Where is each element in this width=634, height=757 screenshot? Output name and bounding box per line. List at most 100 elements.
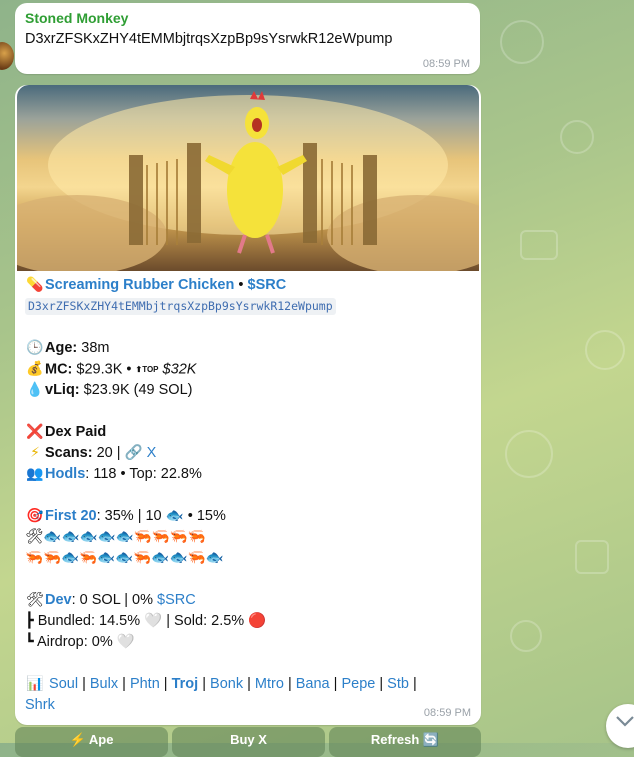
mc-label: MC: [45,361,73,378]
bots-line-2: Shrk [25,695,475,716]
bots-line: 📊 Soul | Bulx | Phtn | Troj | Bonk | Mtr… [25,674,475,695]
age-line: 🕒Age: 38m [25,338,475,359]
title-line: 💊Screaming Rubber Chicken • $SRC [25,275,475,296]
first20-line: 🎯First 20: 35% | 10 🐟 • 15% [25,506,475,527]
people-icon: 👥 [26,466,44,482]
target-icon: 🎯 [26,508,44,524]
white-heart-icon: 🤍 [144,613,163,629]
bot-link-stb[interactable]: Stb [387,676,409,692]
bot-link-bulx[interactable]: Bulx [90,676,118,692]
fish-icon: 🐟🐟 [97,550,134,566]
dex-paid-label: Dex Paid [45,424,107,440]
bot-link-bonk[interactable]: Bonk [210,676,243,692]
vliq-value: $23.9K (49 SOL) [79,382,193,398]
money-bag-icon: 💰 [26,361,44,378]
dev-value: : 0 SOL | 0% [71,592,158,608]
vliq-line: 💧vLiq: $23.9K (49 SOL) [25,380,475,401]
shrimp-icon: 🦐🦐 [25,550,62,566]
dev-ticker-link[interactable]: $SRC [157,592,196,608]
message-time: 08:59 PM [422,58,470,70]
message-bubble[interactable]: Stoned Monkey D3xrZFSKxZHY4tEMMbjtrqsXzp… [15,3,480,74]
red-circle-icon: 🔴 [248,613,267,629]
top-arrow-icon: ⬆TOP [135,365,159,374]
holders-emoji-row-2: 🦐🦐🐟🦐🐟🐟🦐🐟🐟🦐🐟 [25,548,475,569]
mc-top-value: $32K [158,361,197,378]
background-doodle [585,330,625,370]
bot-link-pepe[interactable]: Pepe [341,676,375,692]
bot-link-bana[interactable]: Bana [296,676,330,692]
background-doodle [510,620,542,652]
hodls-value: : 118 • Top: 22.8% [85,466,202,482]
fish-icon: 🐟 [205,550,224,566]
bar-chart-icon: 📊 [26,676,44,692]
ape-button[interactable]: ⚡ Ape [15,727,168,757]
bot-link-soul[interactable]: Soul [49,676,78,692]
hodls-link[interactable]: Hodls [45,466,85,482]
clock-icon: 🕒 [26,340,44,356]
fish-icon: 🐟🐟 [151,550,188,566]
white-heart-icon: 🤍 [116,634,135,650]
mc-line: 💰MC: $29.3K • ⬆TOP $32K [25,359,475,380]
vliq-label: vLiq: [45,382,80,398]
contract-address[interactable]: D3xrZFSKxZHY4tEMMbjtrqsXzpBp9sYsrwkR12eW… [25,298,336,315]
age-label: Age: [45,340,78,356]
cross-mark-icon: ❌ [26,424,44,440]
token-card-message[interactable]: 💊Screaming Rubber Chicken • $SRC D3xrZFS… [15,85,481,725]
bot-link-mtro[interactable]: Mtro [255,676,284,692]
shrimp-icon: 🦐 [79,550,98,566]
tools-icon: 🛠 [25,529,44,545]
message-time: 08:59 PM [423,707,471,719]
heaven-gates-illustration [17,91,479,271]
sold-text: | Sold: 2.5% [162,613,249,629]
refresh-button[interactable]: Refresh 🔄 [329,727,481,757]
background-doodle [520,230,558,260]
title-separator: • [234,277,248,293]
shrimp-icon: 🦐 [187,550,206,566]
x-link[interactable]: X [147,445,157,461]
sender-name[interactable]: Stoned Monkey [25,10,128,26]
token-name-link[interactable]: Screaming Rubber Chicken [45,277,234,293]
bundled-text: ┣ Bundled: 14.5% [25,613,145,629]
airdrop-text: ┗ Airdrop: 0% [25,634,117,650]
background-doodle [500,20,544,64]
bot-link-troj[interactable]: Troj [172,676,199,692]
lightning-icon: ⚡ [30,445,40,461]
dev-link[interactable]: Dev [45,592,72,608]
chevron-down-icon [616,716,634,727]
background-doodle [575,540,609,574]
buy-x-button[interactable]: Buy X [172,727,325,757]
shrimp-icon: 🦐🦐🦐🦐 [133,529,206,545]
tools-icon: 🛠 [26,592,44,608]
holders-emoji-row-1: 🛠🐟🐟🐟🐟🐟🦐🦐🦐🦐 [25,527,475,548]
scroll-down-button[interactable] [606,704,634,748]
scans-line: ⚡ Scans: 20 | 🔗 X [25,443,475,464]
message-text: D3xrZFSKxZHY4tEMMbjtrqsXzpBp9sYsrwkR12eW… [25,31,393,47]
token-info: 💊Screaming Rubber Chicken • $SRC D3xrZFS… [25,275,475,716]
sender-avatar[interactable] [0,42,14,70]
dev-line: 🛠Dev: 0 SOL | 0% $SRC [25,590,475,611]
link-icon: 🔗 [124,445,147,461]
scans-value: 20 | [92,445,125,461]
bundled-line: ┣ Bundled: 14.5% 🤍 | Sold: 2.5% 🔴 [25,611,475,632]
mc-value: $29.3K • [72,361,136,378]
token-ticker-link[interactable]: $SRC [248,277,287,293]
shrimp-icon: 🦐 [133,550,152,566]
scans-label: Scans: [45,445,93,461]
age-value: 38m [77,340,110,356]
first20-tail: • 15% [183,508,226,524]
pill-icon: 💊 [26,277,44,293]
bot-link-shrk[interactable]: Shrk [25,697,55,713]
token-image[interactable] [17,85,479,271]
background-doodle [505,430,553,478]
contract-line: D3xrZFSKxZHY4tEMMbjtrqsXzpBp9sYsrwkR12eW… [25,296,475,317]
hodls-line: 👥Hodls: 118 • Top: 22.8% [25,464,475,485]
fish-icon: 🐟 [61,550,80,566]
droplet-icon: 💧 [26,382,44,398]
first20-link[interactable]: First 20 [45,508,97,524]
first20-value: : 35% | 10 [96,508,166,524]
fish-icon: 🐟🐟🐟🐟🐟 [43,529,134,545]
airdrop-line: ┗ Airdrop: 0% 🤍 [25,632,475,653]
background-doodle [560,120,594,154]
bot-link-phtn[interactable]: Phtn [130,676,160,692]
dex-paid-line: ❌Dex Paid [25,422,475,443]
